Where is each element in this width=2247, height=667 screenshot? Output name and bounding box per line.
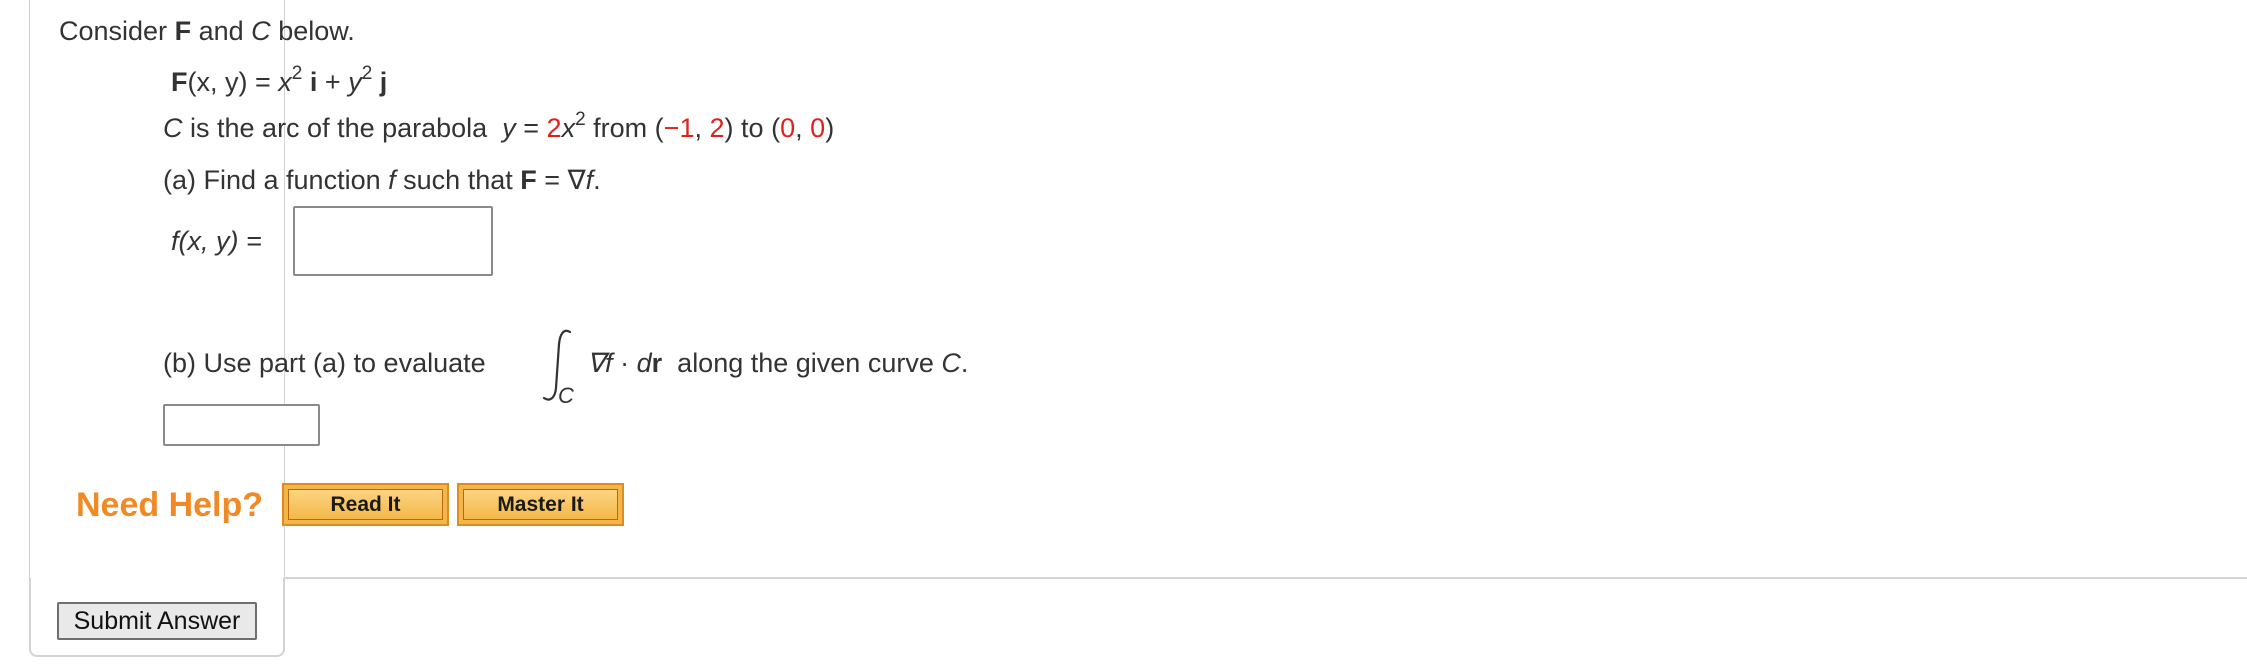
intro-C: C [251, 16, 271, 46]
master-it-label: Master It [463, 489, 618, 520]
part-a-period: . [593, 165, 601, 195]
answer-a-input[interactable] [295, 208, 491, 274]
read-it-button[interactable]: Read It [282, 483, 449, 526]
curve-text: is the arc of the parabola [190, 113, 488, 143]
master-it-button[interactable]: Master It [457, 483, 624, 526]
p2-x: 0 [780, 113, 796, 143]
integral-subscript: C [558, 383, 574, 408]
p1-open: ( [654, 113, 664, 143]
answer-a-label: f(x, y) = [171, 226, 262, 256]
intro-F: F [174, 16, 192, 46]
curve-to: to [741, 113, 764, 143]
field-j: j [379, 67, 388, 97]
p1-close: ) [724, 113, 734, 143]
field-exp2: 2 [361, 63, 373, 84]
answer-a-box[interactable] [293, 206, 493, 276]
dot-symbol: · [620, 348, 630, 378]
curve-x: x [561, 113, 576, 143]
divider-line [285, 577, 2247, 579]
curve-coef: 2 [546, 113, 562, 143]
intro-consider: Consider [59, 16, 168, 46]
part-a-F: F [520, 165, 537, 195]
p2-y: 0 [810, 113, 826, 143]
field-i: i [309, 67, 318, 97]
p1-comma: , [694, 113, 702, 143]
curve-eq: = [523, 113, 540, 143]
curve-C: C [163, 113, 183, 143]
part-a-f2: f [585, 165, 594, 195]
curve-y: y [502, 113, 516, 143]
part-a-prefix: (a) Find a function [163, 165, 381, 195]
nabla-symbol: ∇ [567, 165, 586, 195]
curve-description: C is the arc of the parabola y = 2x2 fro… [163, 109, 835, 144]
part-a-f: f [388, 165, 396, 195]
part-b-prefix: (b) Use part (a) to evaluate [163, 348, 486, 378]
read-it-label: Read It [288, 489, 443, 520]
nabla-f: ∇f [587, 348, 613, 378]
p2-open: ( [771, 113, 781, 143]
field-args: (x, y) = [187, 67, 271, 97]
intro-and: and [198, 16, 244, 46]
p1-y: 2 [709, 113, 725, 143]
answer-b-box[interactable] [163, 404, 320, 446]
part-b-C: C [941, 348, 961, 378]
answer-b-input[interactable] [165, 406, 318, 444]
intro-line: Consider F and C below. [59, 15, 355, 47]
part-a-such: such that [403, 165, 513, 195]
part-b-suffix: along the given curve [677, 348, 934, 378]
curve-from: from [593, 113, 648, 143]
field-F: F [171, 67, 188, 97]
p1-x: −1 [663, 113, 695, 143]
part-a-eq: = [544, 165, 561, 195]
submit-answer-button[interactable]: Submit Answer [57, 602, 257, 640]
part-b-integrand: ∇f · dr along the given curve C. [587, 347, 968, 379]
p2-comma: , [795, 113, 803, 143]
intro-below: below. [278, 16, 355, 46]
field-plus: + [324, 67, 341, 97]
curve-exp: 2 [575, 109, 586, 130]
field-x: x [278, 67, 292, 97]
part-a-prompt: (a) Find a function f such that F = ∇f. [163, 164, 601, 196]
part-b-period: . [960, 348, 969, 378]
p2-close: ) [825, 113, 835, 143]
r-vector: r [651, 348, 663, 378]
d-symbol: d [636, 348, 652, 378]
field-exp1: 2 [291, 63, 303, 84]
field-y: y [348, 67, 362, 97]
vector-field: F(x, y) = x2 i + y2 j [171, 63, 388, 98]
need-help-label: Need Help? [76, 486, 264, 524]
